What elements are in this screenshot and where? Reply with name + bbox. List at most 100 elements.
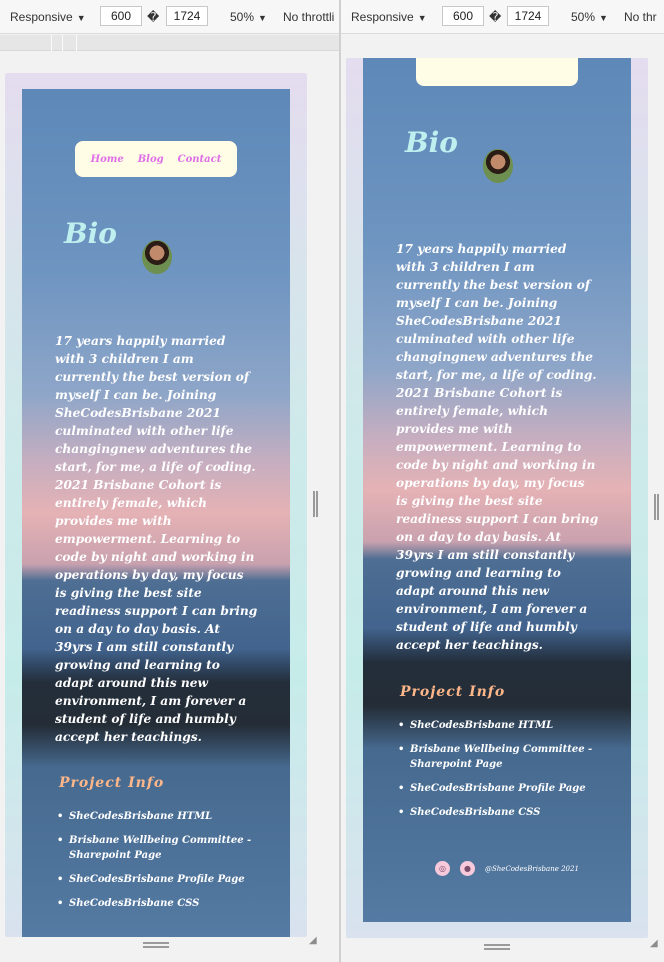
ruler-mark	[62, 35, 63, 51]
bio-line: with 3 children I am	[396, 260, 535, 274]
bio-line: SheCodesBrisbane 2021	[55, 406, 221, 420]
bio-line: student of life and humbly	[55, 712, 236, 726]
bio-line: entirely female, which	[396, 404, 548, 418]
bio-line: currently the best version of	[396, 278, 591, 292]
resize-handle-right[interactable]	[313, 491, 315, 517]
resize-handle-right[interactable]	[316, 491, 318, 517]
project-list-item: Brisbane Wellbeing Committee -	[398, 742, 592, 758]
project-list-item: Sharepoint Page	[410, 759, 503, 770]
resize-handle-right[interactable]	[654, 494, 656, 520]
project-list-item: SheCodesBrisbane CSS	[57, 896, 251, 912]
avatar	[483, 149, 513, 183]
footer-credit: @SheCodesBrisbane 2021	[485, 864, 579, 873]
media-query-ruler	[0, 35, 339, 51]
bio-line: 17 years happily married	[396, 242, 567, 256]
bio-line: is giving the best site	[55, 586, 202, 600]
nav-home-link[interactable]: Home	[91, 154, 124, 165]
page-viewport: Bio 17 years happily married with 3 child…	[363, 58, 631, 922]
bio-line: myself I can be. Joining	[55, 388, 217, 402]
bio-line: SheCodesBrisbane 2021	[396, 314, 562, 328]
bio-line: start, for me, a life of coding.	[396, 368, 597, 382]
bio-line: changingnew adventures the	[55, 442, 253, 456]
bio-title: Bio	[64, 217, 117, 250]
project-list-item: Brisbane Wellbeing Committee -	[57, 833, 251, 849]
zoom-select[interactable]: 50% ▼	[571, 8, 608, 27]
project-list-item: Sharepoint Page	[69, 850, 162, 861]
bio-title: Bio	[405, 126, 458, 159]
resize-corner-icon[interactable]: ◢	[309, 935, 317, 946]
chevron-down-icon: ▼	[417, 13, 427, 23]
bio-line: empowerment. Learning to	[55, 532, 241, 546]
bio-line: on a day to day basis. At	[396, 530, 561, 544]
bio-line: start, for me, a life of coding.	[55, 460, 256, 474]
resize-handle-right[interactable]	[657, 494, 659, 520]
bio-line: with 3 children I am	[55, 352, 194, 366]
bio-line: empowerment. Learning to	[396, 440, 582, 454]
bio-line: is giving the best site	[396, 494, 543, 508]
zoom-select[interactable]: 50% ▼	[230, 8, 267, 27]
bio-line: provides me with	[55, 514, 172, 528]
page-footer: ◎ ● @SheCodesBrisbane 2021	[435, 861, 579, 876]
bio-line: student of life and humbly	[396, 620, 577, 634]
bio-line: operations by day, my focus	[396, 476, 585, 490]
height-input[interactable]: 1724	[166, 6, 208, 26]
project-info-title: Project Info	[400, 684, 506, 700]
avatar	[142, 240, 172, 274]
height-input[interactable]: 1724	[507, 6, 549, 26]
project-info-title: Project Info	[59, 775, 165, 791]
bio-line: accept her teachings.	[55, 730, 202, 744]
width-input[interactable]: 600	[442, 6, 484, 26]
bio-line: entirely female, which	[55, 496, 207, 510]
page-viewport: Home Blog Contact Bio 17 years happily m…	[22, 89, 290, 937]
throttle-select[interactable]: No throttli	[283, 8, 334, 26]
bio-line: 39yrs I am still constantly	[396, 548, 575, 562]
device-select[interactable]: Responsive ▼	[351, 8, 427, 27]
width-input[interactable]: 600	[100, 6, 142, 26]
bio-line: 2021 Brisbane Cohort is	[396, 386, 563, 400]
bio-line: 2021 Brisbane Cohort is	[55, 478, 222, 492]
device-select-label: Responsive	[10, 10, 73, 24]
bio-line: adapt around this new	[55, 676, 208, 690]
bio-line: culminated with other life	[55, 424, 234, 438]
resize-handle-bottom[interactable]	[143, 942, 169, 944]
bio-line: growing and learning to	[55, 658, 220, 672]
device-toolbar: Responsive ▼ 600 � 1724 50% ▼ No thr	[341, 0, 664, 34]
resize-handle-bottom[interactable]	[143, 946, 169, 948]
throttle-select[interactable]: No thr	[624, 8, 657, 26]
device-select[interactable]: Responsive ▼	[10, 8, 86, 27]
nav-blog-link[interactable]: Blog	[138, 154, 164, 165]
project-list-item: SheCodesBrisbane HTML	[57, 809, 251, 825]
ruler-mark	[51, 35, 52, 51]
bio-paragraph: 17 years happily married with 3 children …	[55, 332, 257, 746]
github-icon[interactable]: ◎	[435, 861, 450, 876]
project-list-item: SheCodesBrisbane CSS	[398, 805, 592, 821]
bio-line: readiness support I can bring	[55, 604, 258, 618]
chevron-down-icon: ▼	[599, 13, 608, 23]
bio-line: culminated with other life	[396, 332, 575, 346]
resize-handle-bottom[interactable]	[484, 948, 510, 950]
nav-bar: Home Blog Contact	[75, 141, 237, 177]
bio-paragraph: 17 years happily married with 3 children …	[396, 240, 598, 654]
nav-contact-link[interactable]: Contact	[178, 154, 222, 165]
device-toolbar: Responsive ▼ 600 � 1724 50% ▼ No throttli	[0, 0, 339, 34]
bio-line: provides me with	[396, 422, 513, 436]
bio-line: currently the best version of	[55, 370, 250, 384]
zoom-label: 50%	[230, 10, 255, 24]
bio-line: environment, I am forever a	[396, 602, 588, 616]
project-list: SheCodesBrisbane HTML Brisbane Wellbeing …	[398, 718, 592, 821]
bio-line: 39yrs I am still constantly	[55, 640, 234, 654]
bio-line: changingnew adventures the	[396, 350, 594, 364]
zoom-label: 50%	[571, 10, 596, 24]
right-devtools-pane: Responsive ▼ 600 � 1724 50% ▼ No thr Bio 1…	[341, 0, 664, 962]
bio-line: 17 years happily married	[55, 334, 226, 348]
nav-bar	[416, 58, 578, 86]
bio-line: adapt around this new	[396, 584, 549, 598]
chevron-down-icon: ▼	[258, 13, 267, 23]
bio-line: operations by day, my focus	[55, 568, 244, 582]
social-icon[interactable]: ●	[460, 861, 475, 876]
bio-line: environment, I am forever a	[55, 694, 247, 708]
resize-corner-icon[interactable]: ◢	[650, 938, 658, 949]
resize-handle-bottom[interactable]	[484, 944, 510, 946]
bio-line: accept her teachings.	[396, 638, 543, 652]
bio-line: code by night and working in	[55, 550, 255, 564]
